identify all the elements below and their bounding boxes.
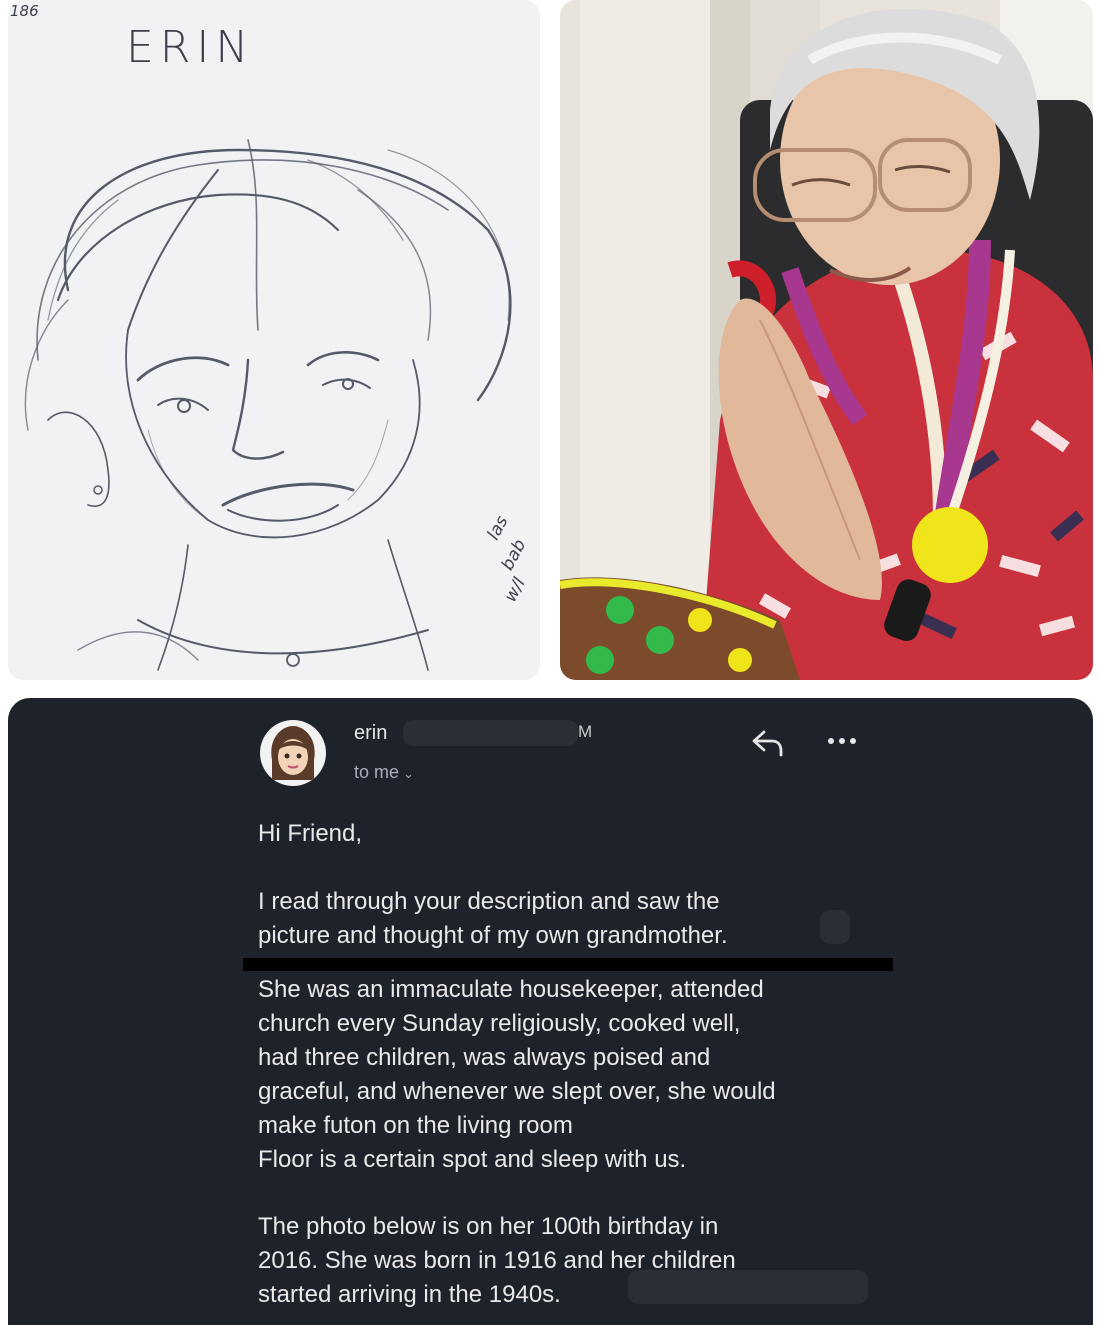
sender-suffix: M xyxy=(578,722,593,741)
birthday-photo xyxy=(560,0,1093,680)
recipient-label: to me xyxy=(354,762,400,782)
email-body-line-6: graceful, and whenever we slept over, sh… xyxy=(258,1078,776,1105)
more-icon[interactable] xyxy=(826,736,858,746)
screenshot-divider xyxy=(243,958,893,971)
redacted-inline-detail xyxy=(820,910,850,944)
email-greeting: Hi Friend, xyxy=(258,820,363,847)
email-body-line-2: picture and thought of my own grandmothe… xyxy=(258,922,728,949)
reply-icon[interactable] xyxy=(750,728,786,758)
birthday-photo-illustration xyxy=(560,0,1093,680)
sender-name: erin xyxy=(354,722,388,744)
recipient-row[interactable]: to me ⌄ xyxy=(354,762,414,783)
redacted-trailing-detail xyxy=(628,1270,868,1304)
email-body-line-9: The photo below is on her 100th birthday… xyxy=(258,1213,719,1240)
email-body-line-3: She was an immaculate housekeeper, atten… xyxy=(258,976,764,1003)
email-body-line-5: had three children, was always poised an… xyxy=(258,1044,711,1071)
sketch-drawing xyxy=(24,139,512,671)
email-body-line-11: started arriving in the 1940s. xyxy=(258,1281,561,1308)
email-screenshot: erin M to me ⌄ Hi Friend, I read through … xyxy=(8,698,1093,1325)
email-body-line-8: Floor is a certain spot and sleep with u… xyxy=(258,1146,687,1173)
chevron-down-icon[interactable]: ⌄ xyxy=(403,766,414,781)
sender-avatar[interactable] xyxy=(260,720,326,786)
email-body-line-1: I read through your description and saw … xyxy=(258,888,720,915)
email-body-line-7: make futon on the living room xyxy=(258,1112,573,1139)
avatar-face-icon xyxy=(271,726,315,780)
redacted-sender-detail xyxy=(403,720,578,746)
email-body-line-4: church every Sunday religiously, cooked … xyxy=(258,1010,741,1037)
pencil-sketch-image: 186 ERIN las bab w/l xyxy=(8,0,540,680)
